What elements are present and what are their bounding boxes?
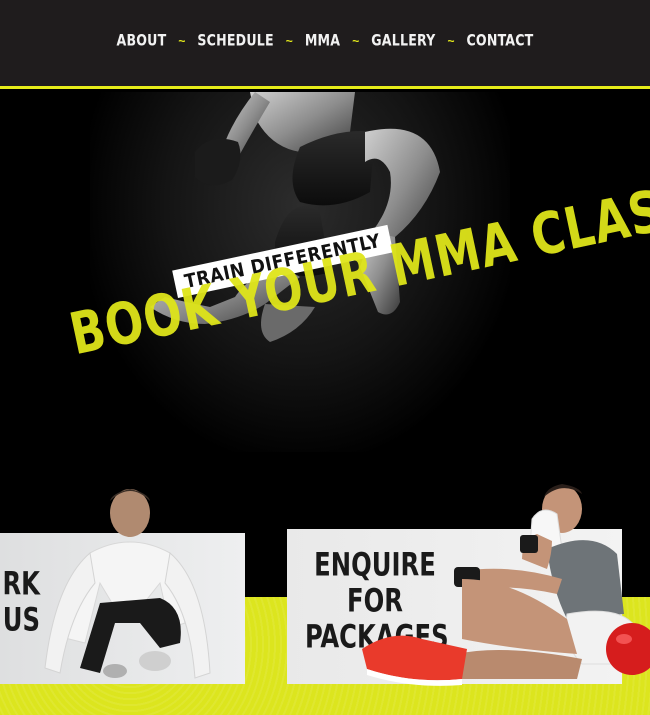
enquire-packages-card[interactable]: ENQUIRE FOR PACKAGES (287, 484, 650, 686)
nav-separator: ~ (178, 34, 186, 48)
nav-separator: ~ (447, 34, 455, 48)
nav-about-link[interactable]: ABOUT (117, 32, 167, 50)
resting-athlete-image (362, 484, 650, 686)
crouching-athlete-image (44, 489, 211, 679)
nav-contact-link[interactable]: CONTACT (466, 32, 533, 50)
nav-mma-link[interactable]: MMA (305, 32, 340, 50)
work-with-us-card[interactable]: RK US (0, 489, 245, 684)
nav-separator: ~ (352, 34, 360, 48)
nav-menu: ABOUT ~ SCHEDULE ~ MMA ~ GALLERY ~ CONTA… (0, 32, 650, 50)
nav-separator: ~ (285, 34, 293, 48)
top-nav-bar: ABOUT ~ SCHEDULE ~ MMA ~ GALLERY ~ CONTA… (0, 0, 650, 89)
nav-schedule-link[interactable]: SCHEDULE (197, 32, 273, 50)
nav-gallery-link[interactable]: GALLERY (371, 32, 435, 50)
